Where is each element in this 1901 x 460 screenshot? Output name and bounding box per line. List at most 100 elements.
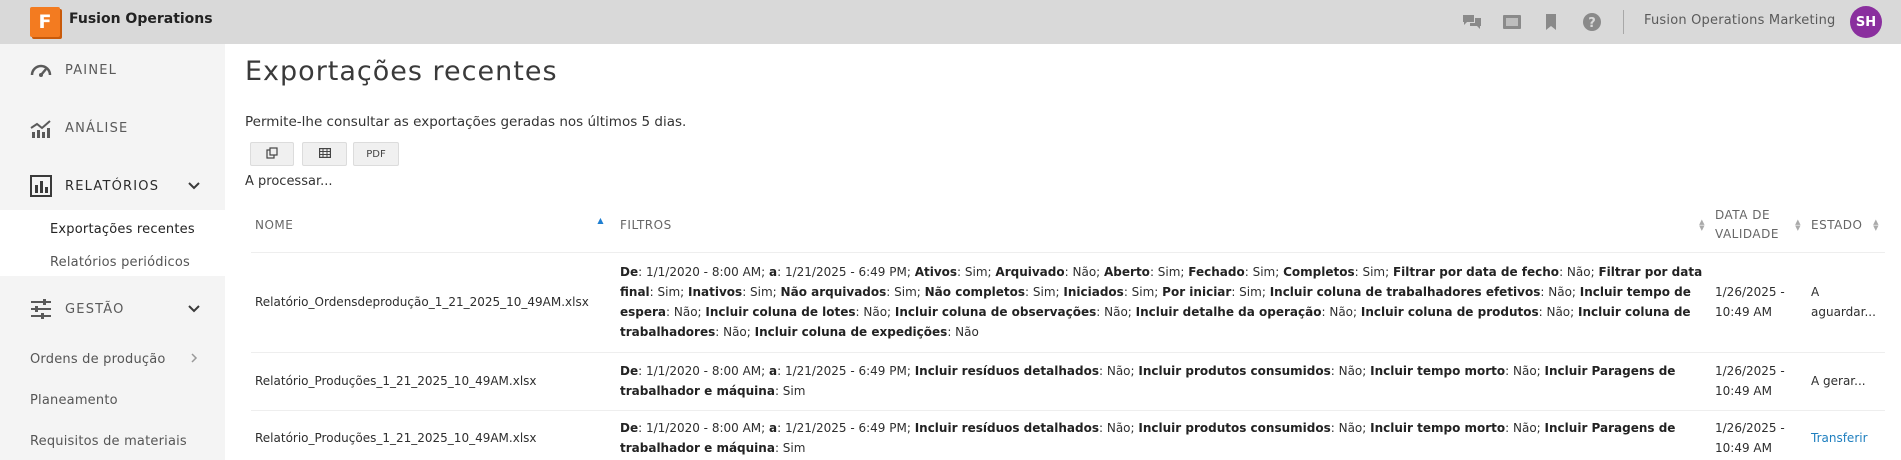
- filter-key: Por iniciar: [1162, 285, 1232, 299]
- filter-value: : 1/1/2020 - 8:00 AM;: [638, 364, 770, 378]
- filter-key: Incluir tempo morto: [1370, 364, 1506, 378]
- table-header-row: NOME ▲ FILTROS ▲ ▼ DATA DE VALIDADE ▲ ▼ ES…: [251, 198, 1885, 253]
- filter-key: Incluir coluna de produtos: [1360, 305, 1539, 319]
- sort-ascending-icon[interactable]: ▲: [597, 216, 604, 225]
- table-row[interactable]: Relatório_Produções_1_21_2025_10_49AM.xl…: [251, 410, 1885, 460]
- sidebar: PAINEL ANÁLISE RELATÓRIOS Exportações re…: [0, 44, 225, 460]
- filter-value: : Não;: [1559, 265, 1599, 279]
- cell-estado: A aguardar...: [1807, 252, 1885, 353]
- header-label: FILTROS: [620, 217, 672, 232]
- cell-validade: 1/26/2025 - 10:49 AM: [1711, 252, 1807, 353]
- filter-key: Incluir detalhe da operação: [1135, 305, 1322, 319]
- filter-value: : Sim: [774, 384, 806, 398]
- csv-button[interactable]: [302, 142, 347, 166]
- filter-value: : Sim;: [957, 265, 996, 279]
- top-separator: [1623, 10, 1624, 34]
- chevron-down-icon[interactable]: [188, 179, 200, 193]
- filter-value: : Sim;: [742, 285, 781, 299]
- filter-key: Incluir coluna de lotes: [705, 305, 856, 319]
- table-icon: [318, 147, 331, 161]
- top-bar: F Fusion Operations ? Fusion Operations …: [0, 0, 1901, 44]
- filter-key: Inativos: [688, 285, 743, 299]
- filter-key: Incluir coluna de trabalhadores efetivos: [1269, 285, 1541, 299]
- page-description: Permite-lhe consultar as exportações ger…: [245, 114, 687, 130]
- main-content: Exportações recentes Permite-lhe consult…: [225, 44, 1901, 460]
- filter-key: a: [769, 421, 778, 435]
- cell-nome: Relatório_Produções_1_21_2025_10_49AM.xl…: [251, 352, 616, 411]
- cell-nome: Relatório_Ordensdeprodução_1_21_2025_10_…: [251, 252, 616, 353]
- page-title: Exportações recentes: [245, 56, 558, 87]
- filter-value: : Sim;: [886, 285, 925, 299]
- sort-icon[interactable]: ▲ ▼: [1795, 219, 1801, 232]
- filter-value: : Sim: [774, 441, 806, 455]
- copy-icon: [266, 146, 278, 162]
- filter-value: : Não;: [1538, 305, 1578, 319]
- processing-status: A processar...: [245, 174, 333, 189]
- filter-value: : 1/21/2025 - 6:49 PM;: [777, 265, 915, 279]
- sidebar-item-painel[interactable]: PAINEL: [0, 46, 225, 94]
- sidebar-item-label: GESTÃO: [65, 301, 125, 317]
- table-row[interactable]: Relatório_Produções_1_21_2025_10_49AM.xl…: [251, 352, 1885, 411]
- sidebar-item-label: Ordens de produção: [30, 352, 166, 367]
- screen-icon[interactable]: [1502, 12, 1522, 32]
- filter-value: : Não;: [715, 325, 755, 339]
- filter-key: De: [620, 265, 639, 279]
- filter-key: Filtrar por data de fecho: [1392, 265, 1560, 279]
- avatar[interactable]: SH: [1850, 6, 1882, 38]
- cell-filtros: De: 1/1/2020 - 8:00 AM; a: 1/21/2025 - 6…: [616, 410, 1711, 460]
- filter-value: : Sim;: [1244, 265, 1284, 279]
- column-header-nome[interactable]: NOME ▲: [251, 198, 616, 253]
- sidebar-item-analise[interactable]: ANÁLISE: [0, 104, 225, 152]
- copy-button[interactable]: [250, 142, 294, 166]
- account-name[interactable]: Fusion Operations Marketing: [1644, 13, 1836, 28]
- app-logo[interactable]: F: [30, 7, 60, 37]
- sidebar-item-relatorios[interactable]: RELATÓRIOS: [0, 162, 225, 210]
- filter-key: Incluir coluna de expedições: [754, 325, 948, 339]
- filter-value: : Não;: [1096, 305, 1136, 319]
- column-header-filtros[interactable]: FILTROS ▲ ▼: [616, 198, 1711, 253]
- sidebar-item-periodicos[interactable]: Relatórios periódicos: [50, 255, 190, 270]
- app-title[interactable]: Fusion Operations: [69, 11, 213, 27]
- filter-value: : 1/1/2020 - 8:00 AM;: [638, 265, 770, 279]
- sidebar-item-gestao[interactable]: GESTÃO: [0, 285, 225, 333]
- header-label: DATA DE VALIDADE: [1715, 207, 1779, 241]
- chevron-down-icon[interactable]: [188, 302, 200, 316]
- filter-value: : Não;: [1330, 364, 1371, 378]
- table-row[interactable]: Relatório_Ordensdeprodução_1_21_2025_10_…: [251, 252, 1885, 353]
- filter-value: : Não;: [1330, 421, 1371, 435]
- pdf-button[interactable]: PDF: [353, 142, 399, 166]
- sidebar-item-exportacoes[interactable]: Exportações recentes: [50, 222, 195, 237]
- filter-value: : Não;: [1540, 285, 1580, 299]
- sort-icon[interactable]: ▲ ▼: [1873, 219, 1879, 232]
- exports-table: NOME ▲ FILTROS ▲ ▼ DATA DE VALIDADE ▲ ▼ ES…: [251, 198, 1885, 460]
- help-icon[interactable]: ?: [1582, 12, 1602, 32]
- filter-key: Iniciados: [1063, 285, 1124, 299]
- filter-value: : Não;: [1505, 364, 1545, 378]
- sidebar-item-planeamento[interactable]: Planeamento: [30, 393, 118, 408]
- filter-key: Incluir tempo morto: [1370, 421, 1506, 435]
- svg-text:?: ?: [1588, 16, 1596, 31]
- sort-icon[interactable]: ▲ ▼: [1699, 219, 1705, 232]
- cell-filtros: De: 1/1/2020 - 8:00 AM; a: 1/21/2025 - 6…: [616, 252, 1711, 353]
- sidebar-item-label: ANÁLISE: [65, 120, 129, 136]
- filter-value: : Sim;: [1025, 285, 1064, 299]
- cell-estado: A gerar...: [1807, 352, 1885, 411]
- bookmark-icon[interactable]: [1541, 12, 1561, 32]
- filter-key: Fechado: [1188, 265, 1245, 279]
- column-header-estado[interactable]: ESTADO ▲ ▼: [1807, 198, 1885, 253]
- sidebar-item-requisitos[interactable]: Requisitos de materiais: [30, 434, 187, 449]
- filter-key: a: [769, 364, 778, 378]
- chat-icon[interactable]: [1462, 12, 1482, 32]
- download-link[interactable]: Transferir: [1807, 410, 1885, 460]
- chevron-right-icon[interactable]: [190, 352, 198, 367]
- filter-key: Não arquivados: [780, 285, 887, 299]
- column-header-validade[interactable]: DATA DE VALIDADE ▲ ▼: [1711, 198, 1807, 253]
- sidebar-item-ordens[interactable]: Ordens de produção: [30, 352, 166, 367]
- filter-value: : Sim;: [1123, 285, 1163, 299]
- filter-key: Aberto: [1104, 265, 1150, 279]
- filter-key: De: [620, 421, 639, 435]
- filter-key: Arquivado: [995, 265, 1065, 279]
- logo-letter: F: [38, 11, 52, 33]
- filter-value: : Sim;: [649, 285, 689, 299]
- sidebar-item-label: PAINEL: [65, 62, 118, 78]
